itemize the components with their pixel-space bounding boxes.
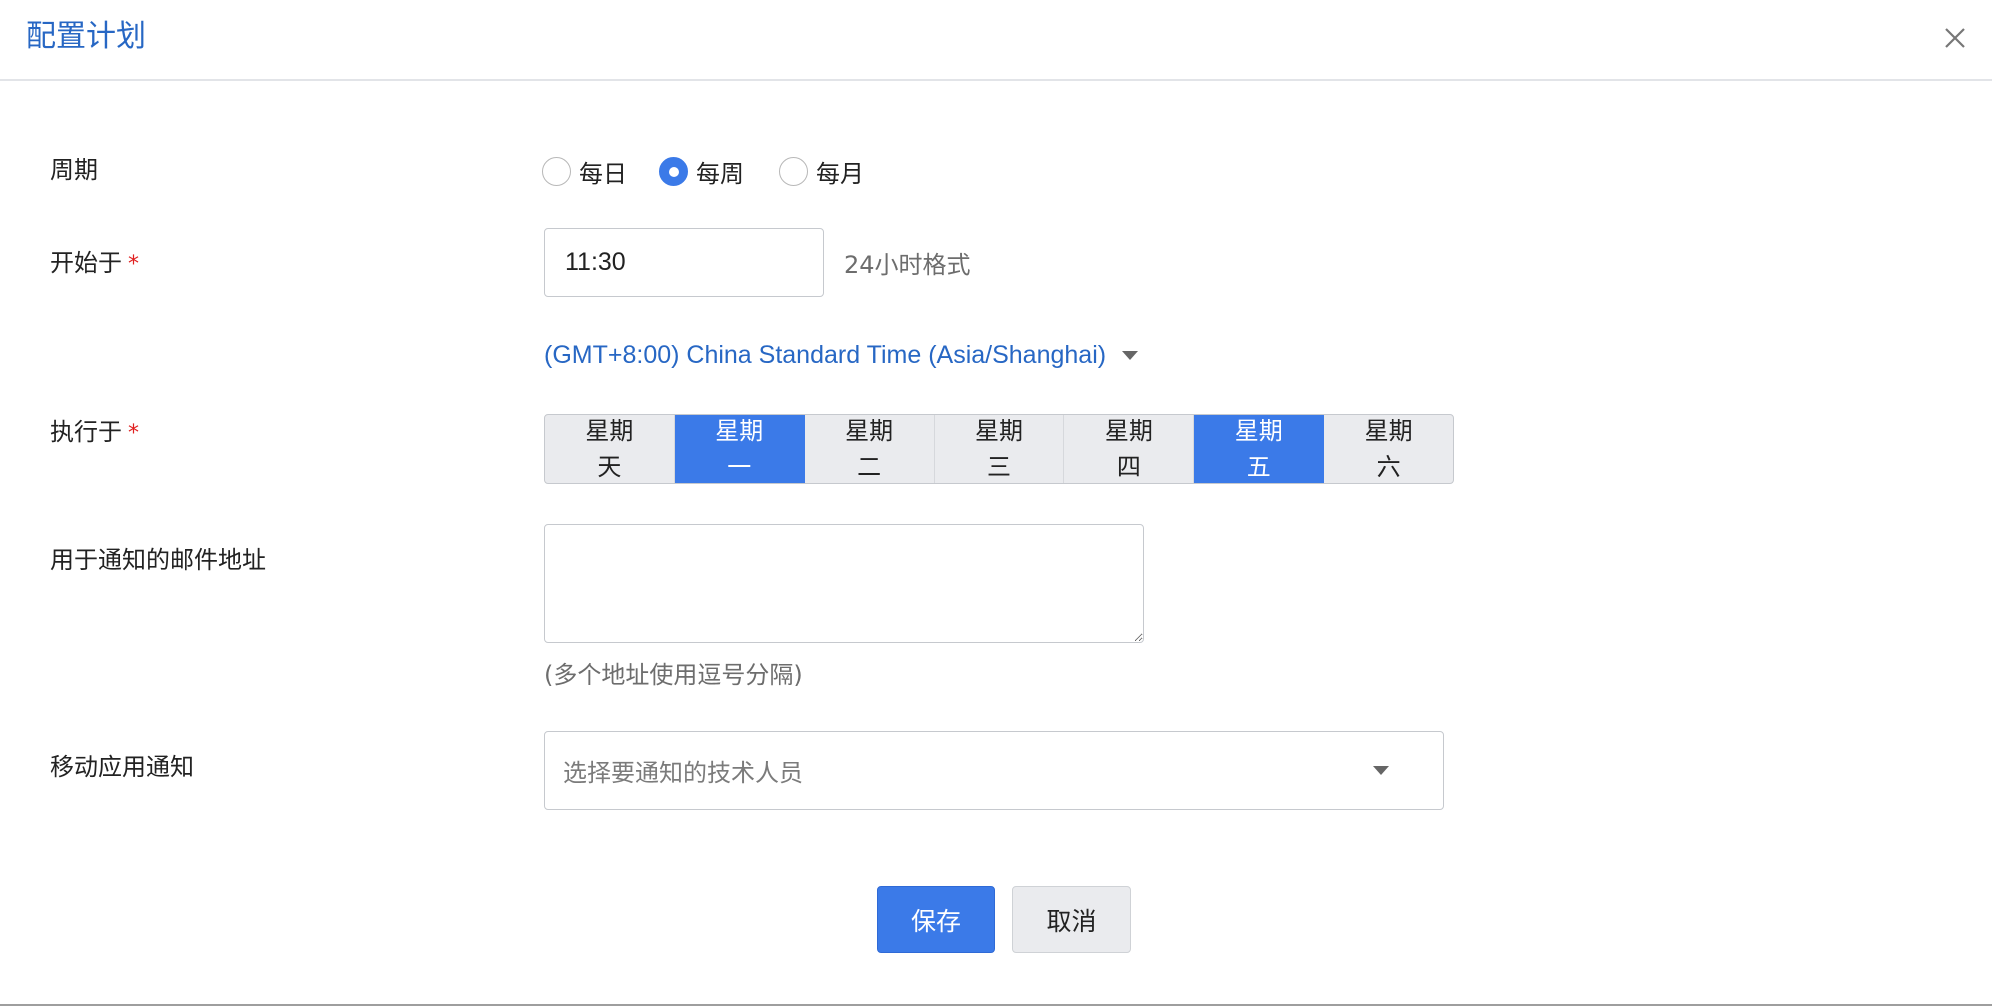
start-label: 开始于 * [50,246,139,282]
day-saturday[interactable]: 星期 六 [1324,415,1453,483]
configure-schedule-dialog: 配置计划 周期 每日 每周 每月 开始于* 24小时格式 (GMT+8:00) … [0,0,1992,1006]
radio-circle-daily[interactable] [542,156,571,186]
email-label: 用于通知的邮件地址 [50,543,266,577]
close-button[interactable] [1937,20,1973,56]
email-hint: (多个地址使用逗号分隔) [544,661,803,689]
day-tuesday[interactable]: 星期 二 [805,415,935,483]
period-radio-weekly-label: 每周 [696,159,744,188]
radio-circle-monthly[interactable] [779,156,808,186]
save-button[interactable]: 保存 [877,886,995,953]
day-line1: 星期 [975,417,1023,445]
day-line2: 五 [1246,453,1271,481]
period-radio-daily[interactable]: 每日 [542,154,627,188]
period-label-text: 周期 [50,156,98,184]
day-line2: 六 [1376,453,1401,481]
email-textarea[interactable] [544,524,1144,643]
day-line1: 星期 [715,417,764,445]
start-label-text: 开始于 [50,249,122,277]
day-wednesday[interactable]: 星期 三 [935,415,1065,483]
day-line2: 天 [597,453,622,481]
required-mark: * [128,252,139,277]
dialog-header: 配置计划 [0,0,1992,81]
caret-down-icon [1373,766,1389,775]
day-sunday[interactable]: 星期 天 [545,415,675,483]
day-line1: 星期 [1364,417,1413,445]
technician-select-placeholder: 选择要通知的技术人员 [563,759,803,787]
caret-down-icon [1122,350,1139,360]
start-time-input[interactable] [544,228,824,297]
mobile-label: 移动应用通知 [50,750,194,784]
day-friday[interactable]: 星期 五 [1194,415,1325,483]
radio-circle-weekly[interactable] [659,156,688,186]
period-radio-daily-label: 每日 [579,159,627,188]
mobile-label-text: 移动应用通知 [50,753,194,781]
weekday-selector: 星期 天 星期 一 星期 二 星期 三 星期 四 星期 五 星期 六 [544,414,1454,484]
day-line2: 三 [987,453,1011,481]
execute-label: 执行于 * [50,415,139,451]
day-line1: 星期 [1104,417,1153,445]
day-line2: 四 [1116,453,1141,481]
day-line1: 星期 [585,417,634,445]
required-mark: * [128,421,139,446]
day-line2: 一 [727,453,752,481]
time-format-hint: 24小时格式 [844,251,971,279]
period-label: 周期 [50,153,98,187]
day-line2: 二 [857,453,882,481]
cancel-button[interactable]: 取消 [1012,886,1131,953]
execute-label-text: 执行于 [50,418,122,446]
timezone-value: (GMT+8:00) China Standard Time (Asia/Sha… [544,340,1107,369]
email-label-text: 用于通知的邮件地址 [50,546,266,574]
period-radio-monthly-label: 每月 [816,159,864,188]
close-icon [1945,28,1965,48]
day-line1: 星期 [845,417,894,445]
day-line1: 星期 [1234,417,1283,445]
day-thursday[interactable]: 星期 四 [1064,415,1195,483]
technician-select[interactable]: 选择要通知的技术人员 [544,731,1444,810]
period-radio-monthly[interactable]: 每月 [779,154,864,188]
dialog-title: 配置计划 [26,19,146,54]
period-radio-weekly[interactable]: 每周 [659,154,744,188]
day-monday[interactable]: 星期 一 [674,415,805,483]
timezone-dropdown[interactable]: (GMT+8:00) China Standard Time (Asia/Sha… [544,337,1139,373]
